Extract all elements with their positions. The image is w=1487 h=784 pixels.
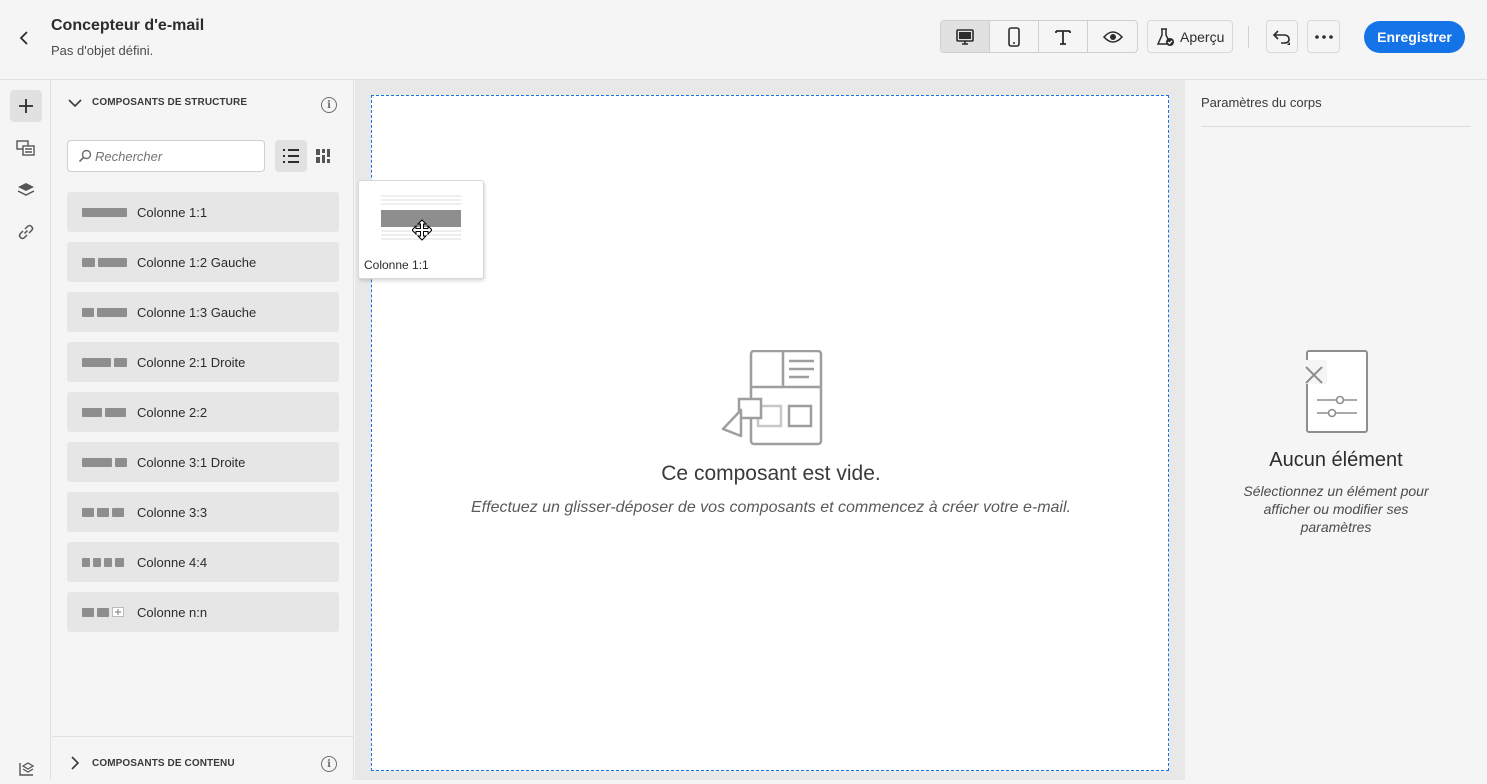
more-options-button[interactable] <box>1307 20 1340 53</box>
structure-list: Colonne 1:1 Colonne 1:2 Gauche Colonne 1… <box>67 192 339 642</box>
properties-divider <box>1201 126 1471 127</box>
eye-icon <box>1102 30 1123 43</box>
desktop-icon <box>956 28 974 45</box>
layout-1-2-thumb <box>82 257 127 267</box>
search-field[interactable] <box>67 140 265 172</box>
layers-icon <box>17 183 35 196</box>
layout-3-1-thumb <box>82 457 127 467</box>
properties-title: Paramètres du corps <box>1201 95 1322 110</box>
item-label: Colonne 1:2 Gauche <box>137 254 257 270</box>
chevron-left-icon <box>19 31 28 45</box>
chevron-right-icon <box>71 756 80 770</box>
layout-4-4-thumb <box>82 557 127 567</box>
layout-1-3-thumb <box>82 307 127 317</box>
mobile-icon <box>1008 26 1020 47</box>
view-mode-group <box>940 20 1138 53</box>
layout-2-1-thumb <box>82 357 127 367</box>
drag-card-label: Colonne 1:1 <box>364 258 429 272</box>
list-item-colonne-1-3-gauche[interactable]: Colonne 1:3 Gauche <box>67 292 339 332</box>
content-section-title: COMPOSANTS DE CONTENU <box>92 757 235 769</box>
list-item-colonne-4-4[interactable]: Colonne 4:4 <box>67 542 339 582</box>
link-icon <box>18 224 34 240</box>
preview-label: Aperçu <box>1180 28 1225 45</box>
item-label: Colonne 3:1 Droite <box>137 454 246 470</box>
no-element-description: Sélectionnez un élément pour afficher ou… <box>1243 483 1429 535</box>
layout-3-3-thumb <box>82 507 127 517</box>
item-label: Colonne 4:4 <box>137 554 208 570</box>
preview-button[interactable]: Aperçu <box>1147 20 1233 53</box>
layout-2-2-thumb <box>82 407 127 417</box>
structure-section-title: COMPOSANTS DE STRUCTURE <box>92 97 248 108</box>
layers-button[interactable] <box>10 174 42 206</box>
components-panel: COMPOSANTS DE STRUCTURE i Colonne 1:1 Co… <box>52 80 354 780</box>
visibility-view-button[interactable] <box>1088 21 1137 52</box>
undo-icon <box>1272 29 1290 45</box>
list-item-colonne-3-3[interactable]: Colonne 3:3 <box>67 492 339 532</box>
no-element-title: Aucun élément <box>1269 449 1403 471</box>
page-title: Concepteur d'e-mail <box>51 17 205 34</box>
toolbar-divider <box>1248 26 1249 48</box>
mobile-view-button[interactable] <box>990 21 1039 52</box>
chevron-down-icon <box>68 98 82 107</box>
item-label: Colonne 1:3 Gauche <box>137 304 257 320</box>
content-section: COMPOSANTS DE CONTENU i <box>52 736 354 780</box>
list-item-colonne-2-1-droite[interactable]: Colonne 2:1 Droite <box>67 342 339 382</box>
undo-button[interactable] <box>1266 20 1298 53</box>
search-input[interactable] <box>95 148 255 164</box>
assets-button[interactable] <box>10 132 42 164</box>
add-components-button[interactable] <box>10 90 42 122</box>
assets-icon <box>16 140 35 156</box>
list-view-button[interactable] <box>275 140 307 172</box>
list-item-colonne-2-2[interactable]: Colonne 2:2 <box>67 392 339 432</box>
links-button[interactable] <box>10 216 42 248</box>
structure-section-header[interactable]: COMPOSANTS DE STRUCTURE <box>68 97 247 108</box>
item-label: Colonne n:n <box>137 604 208 620</box>
properties-panel: Paramètres du corps Aucun élément Sélect… <box>1185 80 1487 780</box>
move-cursor-icon <box>412 219 432 241</box>
email-canvas[interactable]: Ce composant est vide. Effectuez un glis… <box>371 95 1169 771</box>
list-item-colonne-3-1-droite[interactable]: Colonne 3:1 Droite <box>67 442 339 482</box>
list-item-colonne-1-2-gauche[interactable]: Colonne 1:2 Gauche <box>67 242 339 282</box>
layers-stack-icon <box>19 762 35 776</box>
grid-view-button[interactable] <box>307 140 339 172</box>
plus-icon <box>19 99 33 113</box>
list-item-colonne-n-n[interactable]: Colonne n:n <box>67 592 339 632</box>
grid-icon <box>316 149 330 163</box>
item-label: Colonne 3:3 <box>137 504 208 520</box>
page-subtitle: Pas d'objet défini. <box>51 43 154 58</box>
ellipsis-icon <box>1314 34 1333 39</box>
item-label: Colonne 2:2 <box>137 404 208 420</box>
bottom-rail-button[interactable] <box>10 752 42 784</box>
text-icon <box>1055 29 1071 45</box>
content-section-header[interactable]: COMPOSANTS DE CONTENU <box>68 756 235 770</box>
flask-check-icon <box>1156 27 1174 46</box>
drag-preview-card[interactable]: Colonne 1:1 <box>358 180 484 279</box>
text-view-button[interactable] <box>1039 21 1088 52</box>
back-button[interactable] <box>14 28 34 48</box>
item-label: Colonne 2:1 Droite <box>137 354 246 370</box>
layout-n-n-thumb <box>82 607 127 617</box>
plus-small-icon <box>112 607 124 617</box>
search-icon <box>78 149 92 163</box>
save-button[interactable]: Enregistrer <box>1364 21 1465 53</box>
left-rail <box>0 80 51 780</box>
content-info-icon[interactable]: i <box>321 756 337 772</box>
list-item-colonne-1-1[interactable]: Colonne 1:1 <box>67 192 339 232</box>
layout-1-1-thumb <box>82 207 127 217</box>
no-element-icon <box>1303 350 1368 433</box>
empty-description: Effectuez un glisser-déposer de vos comp… <box>471 499 1071 516</box>
structure-info-icon[interactable]: i <box>321 97 337 113</box>
item-label: Colonne 1:1 <box>137 204 208 220</box>
empty-title: Ce composant est vide. <box>661 462 881 485</box>
list-icon <box>283 149 299 163</box>
empty-component-icon <box>721 350 823 446</box>
top-bar: Concepteur d'e-mail Pas d'objet défini. … <box>0 0 1487 80</box>
desktop-view-button[interactable] <box>941 21 990 52</box>
